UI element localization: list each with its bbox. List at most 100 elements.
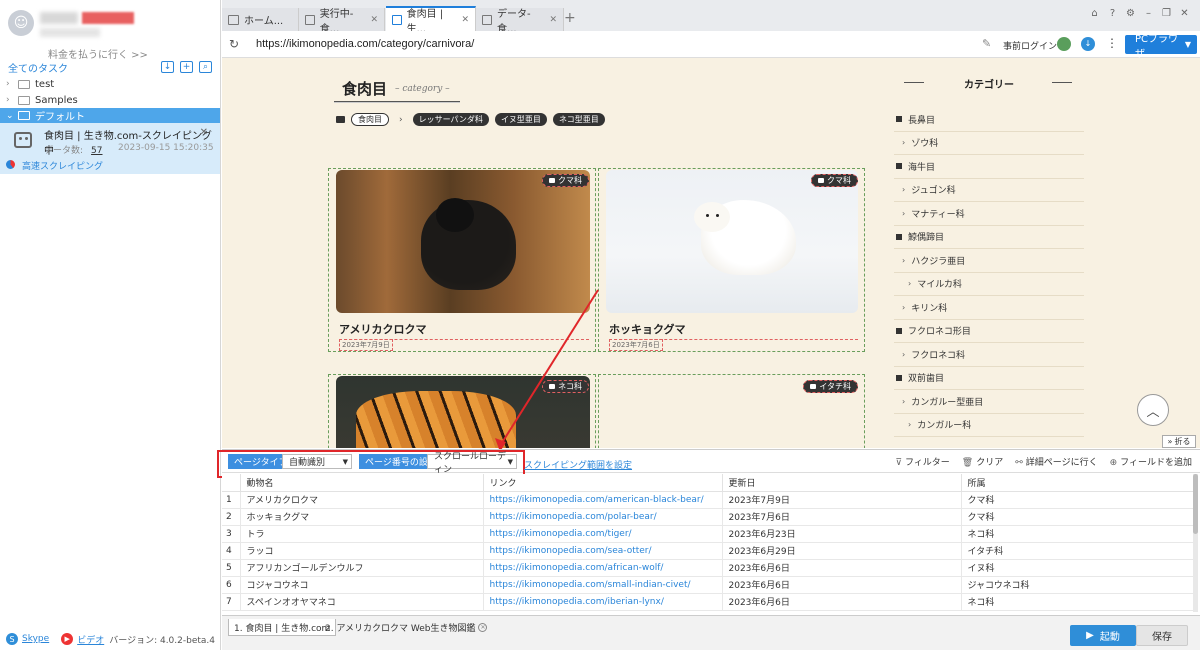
url-input[interactable]: https://ikimonopedia.com/category/carniv…: [256, 38, 474, 50]
table-cell[interactable]: イヌ科: [961, 559, 1198, 577]
save-button[interactable]: 保存: [1136, 625, 1188, 646]
reload-icon[interactable]: ↻: [229, 37, 239, 51]
task-item[interactable]: 食肉目 | 生き物.com-スクレイピング中 ✕ データ数: 57 2023-09…: [0, 123, 220, 174]
start-button[interactable]: ▶ 起動: [1070, 625, 1136, 646]
column-header[interactable]: 所属: [961, 474, 1198, 492]
page-type-select[interactable]: 自動識別 ▼: [282, 454, 352, 469]
table-cell[interactable]: 2023年6月6日: [722, 576, 962, 594]
table-cell[interactable]: ホッキョクグマ: [240, 508, 484, 526]
category-item[interactable]: › マイルカ科: [894, 273, 1084, 296]
table-cell[interactable]: https://ikimonopedia.com/african-wolf/: [483, 559, 723, 577]
table-cell[interactable]: クマ科: [961, 508, 1198, 526]
pay-link[interactable]: 料金を払うに行く >>: [48, 46, 148, 61]
close-icon[interactable]: ✕: [461, 15, 469, 25]
animal-image[interactable]: [336, 170, 590, 313]
table-cell[interactable]: スペインオオヤマネコ: [240, 593, 484, 611]
table-row[interactable]: 1 アメリカクロクマ https://ikimonopedia.com/americ…: [222, 491, 1198, 509]
download-icon[interactable]: ↓: [1081, 37, 1095, 51]
restore-icon[interactable]: ❐: [1161, 8, 1172, 19]
animal-image[interactable]: [606, 170, 858, 313]
animal-name[interactable]: アメリカクロクマ: [339, 321, 589, 340]
table-cell[interactable]: ジャコウネコ科: [961, 576, 1198, 594]
import-icon[interactable]: ↓: [161, 61, 174, 73]
table-cell[interactable]: トラ: [240, 525, 484, 543]
table-cell[interactable]: https://ikimonopedia.com/iberian-lynx/: [483, 593, 723, 611]
column-header[interactable]: 動物名: [240, 474, 484, 492]
category-tag[interactable]: クマ科: [542, 174, 589, 187]
animal-name[interactable]: ホッキョクグマ: [609, 321, 858, 340]
folder-samples[interactable]: › Samples: [0, 92, 220, 108]
table-row[interactable]: 3 トラ https://ikimonopedia.com/tiger/2023年6…: [222, 525, 1198, 543]
table-cell[interactable]: https://ikimonopedia.com/sea-otter/: [483, 542, 723, 560]
table-row[interactable]: 4 ラッコ https://ikimonopedia.com/sea-otter/2…: [222, 542, 1198, 560]
table-cell[interactable]: 2023年7月6日: [722, 508, 962, 526]
breadcrumb-current[interactable]: 食肉目: [351, 113, 389, 126]
crumb-tag[interactable]: イヌ型亜目: [494, 113, 547, 126]
new-tab-icon[interactable]: +: [564, 10, 576, 26]
table-cell[interactable]: ネコ科: [961, 593, 1198, 611]
animal-card[interactable]: クマ科 ホッキョクグマ 2023年7月6日: [598, 168, 865, 352]
pre-login-button[interactable]: 事前ログイン: [1003, 39, 1057, 52]
table-cell[interactable]: クマ科: [961, 491, 1198, 509]
category-item[interactable]: › ハクジラ亜目: [894, 249, 1084, 273]
category-item[interactable]: › ゾウ科: [894, 132, 1084, 155]
browser-mode-select[interactable]: PCブラウザ ▼: [1125, 34, 1197, 60]
category-item[interactable]: › マナティー科: [894, 202, 1084, 226]
table-cell[interactable]: アメリカクロクマ: [240, 491, 484, 509]
close-icon[interactable]: ✕: [478, 623, 488, 632]
table-cell[interactable]: 2023年6月6日: [722, 593, 962, 611]
table-cell[interactable]: 2023年6月23日: [722, 525, 962, 543]
table-cell[interactable]: コジャコウネコ: [240, 576, 484, 594]
close-icon[interactable]: ✕: [370, 15, 378, 25]
category-item[interactable]: › フクロネコ科: [894, 343, 1084, 367]
table-cell[interactable]: 2023年6月29日: [722, 542, 962, 560]
column-header[interactable]: 更新日: [722, 474, 962, 492]
table-row[interactable]: 2 ホッキョクグマ https://ikimonopedia.com/polar-b…: [222, 508, 1198, 526]
chevron-right-icon[interactable]: ›: [6, 95, 16, 105]
clear-button[interactable]: 🗑 クリア: [962, 455, 1003, 468]
tab-running[interactable]: 実行中-食... ✕: [299, 8, 385, 35]
close-window-icon[interactable]: ✕: [1179, 8, 1190, 19]
category-item[interactable]: 海牛目: [894, 155, 1084, 179]
crumb-tag[interactable]: ネコ型亜目: [552, 113, 605, 126]
chevron-down-icon[interactable]: ⌄: [6, 111, 16, 121]
table-cell[interactable]: アフリカンゴールデンウルフ: [240, 559, 484, 577]
table-row[interactable]: 6 コジャコウネコ https://ikimonopedia.com/small-i…: [222, 576, 1198, 594]
fold-button[interactable]: » 折る: [1162, 435, 1196, 448]
table-cell[interactable]: https://ikimonopedia.com/american-black-…: [483, 491, 723, 509]
all-tasks-label[interactable]: 全てのタスク: [8, 60, 68, 75]
tab-data[interactable]: データ-食... ✕: [476, 8, 564, 35]
detail-page-button[interactable]: ⚯ 詳細ページに行く: [1015, 455, 1097, 468]
search-task-icon[interactable]: ⌕: [199, 61, 212, 73]
video-icon[interactable]: ▶: [61, 633, 74, 645]
category-item[interactable]: 長鼻目: [894, 108, 1084, 132]
chevron-right-icon[interactable]: ›: [6, 79, 16, 89]
table-row[interactable]: 7 スペインオオヤマネコ https://ikimonopedia.com/iber…: [222, 593, 1198, 611]
tab-home[interactable]: ホーム...: [222, 8, 299, 31]
avatar[interactable]: ☺: [8, 10, 34, 36]
crumb-tag[interactable]: レッサーパンダ科: [412, 113, 489, 126]
gear-icon[interactable]: ⚙: [1125, 8, 1136, 19]
close-icon[interactable]: ✕: [200, 127, 208, 138]
extension-icon[interactable]: [1057, 37, 1071, 51]
skype-link[interactable]: Skype: [22, 634, 49, 644]
category-item[interactable]: › ジュゴン科: [894, 179, 1084, 202]
category-tag[interactable]: ネコ科: [542, 380, 589, 393]
gift-icon[interactable]: ⌂: [1089, 8, 1100, 19]
table-cell[interactable]: https://ikimonopedia.com/tiger/: [483, 525, 723, 543]
folder-test[interactable]: › test: [0, 76, 220, 92]
table-row[interactable]: 5 アフリカンゴールデンウルフ https://ikimonopedia.com/a…: [222, 559, 1198, 577]
animal-card[interactable]: クマ科 アメリカクロクマ 2023年7月9日: [328, 168, 596, 352]
column-header[interactable]: リンク: [483, 474, 723, 492]
category-item[interactable]: 双前歯目: [894, 367, 1084, 390]
help-icon[interactable]: ?: [1107, 8, 1118, 19]
table-scrollbar[interactable]: [1193, 474, 1198, 612]
table-cell[interactable]: イタチ科: [961, 542, 1198, 560]
task-count-link[interactable]: 57: [91, 146, 102, 156]
minimize-icon[interactable]: –: [1143, 8, 1154, 19]
scrape-range-link[interactable]: スクレイピング範囲を設定: [524, 458, 632, 471]
page-tab-2[interactable]: 2. アメリカクロクマ Web生き物図鑑 ✕: [320, 619, 492, 636]
scroll-top-button[interactable]: ︿: [1137, 394, 1169, 426]
table-cell[interactable]: https://ikimonopedia.com/small-indian-ci…: [483, 576, 723, 594]
page-number-select[interactable]: スクロールローディン ▼: [427, 452, 517, 475]
